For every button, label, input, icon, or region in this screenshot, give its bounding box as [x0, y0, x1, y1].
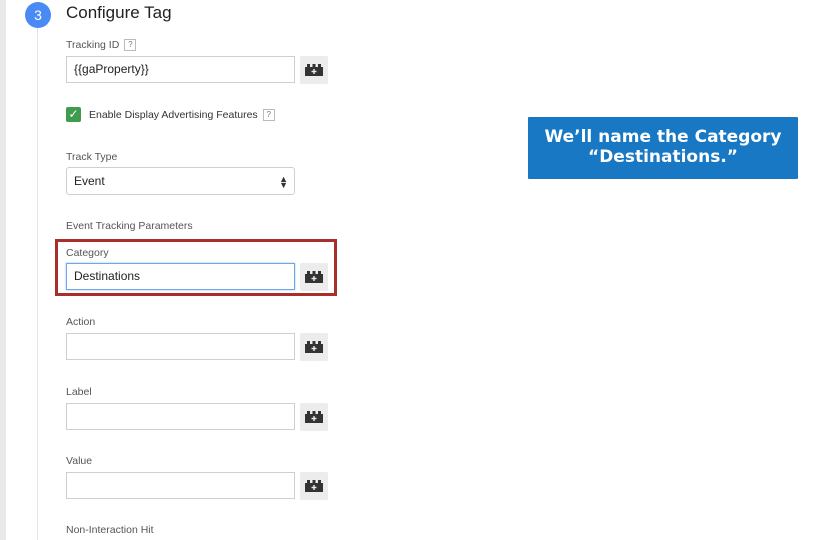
label-field-label: Label	[66, 386, 92, 398]
left-rail	[0, 0, 6, 540]
value-variable-button[interactable]	[300, 472, 328, 500]
tracking-id-label-row: Tracking ID?	[66, 39, 137, 51]
help-icon[interactable]: ?	[262, 109, 275, 121]
category-highlight-box	[55, 239, 337, 296]
step-number-badge: 3	[25, 2, 51, 28]
tracking-id-input[interactable]: {{gaProperty}}	[66, 56, 295, 83]
value-label: Value	[66, 455, 93, 467]
display-ads-label: Enable Display Advertising Features	[89, 109, 258, 121]
callout-line-2: “Destinations.”	[588, 147, 738, 167]
instruction-callout: We’ll name the Category “Destinations.”	[528, 117, 798, 179]
step-title: Configure Tag	[66, 3, 172, 22]
display-ads-checkbox[interactable]: ✓	[66, 107, 81, 122]
lego-brick-plus-icon	[305, 64, 323, 76]
track-type-value: Event	[74, 174, 105, 188]
action-variable-button[interactable]	[300, 333, 328, 361]
callout-line-1: We’ll name the Category	[544, 127, 782, 147]
lego-brick-plus-icon	[305, 341, 323, 353]
select-arrows-icon: ▲ ▼	[279, 174, 288, 190]
tracking-id-label: Tracking ID	[66, 39, 120, 51]
non-interaction-label: Non-Interaction Hit	[66, 524, 154, 536]
tracking-id-variable-button[interactable]	[300, 56, 328, 84]
display-ads-label-row: Enable Display Advertising Features?	[89, 109, 275, 121]
lego-brick-plus-icon	[305, 411, 323, 423]
value-input[interactable]	[66, 472, 295, 499]
track-type-label: Track Type	[66, 151, 118, 163]
label-input[interactable]	[66, 403, 295, 430]
label-variable-button[interactable]	[300, 403, 328, 431]
help-icon[interactable]: ?	[124, 39, 137, 51]
action-input[interactable]	[66, 333, 295, 360]
event-params-heading: Event Tracking Parameters	[66, 220, 193, 232]
track-type-select[interactable]: Event ▲ ▼	[66, 167, 295, 195]
lego-brick-plus-icon	[305, 480, 323, 492]
action-label: Action	[66, 316, 96, 328]
step-connector-line	[37, 24, 38, 540]
